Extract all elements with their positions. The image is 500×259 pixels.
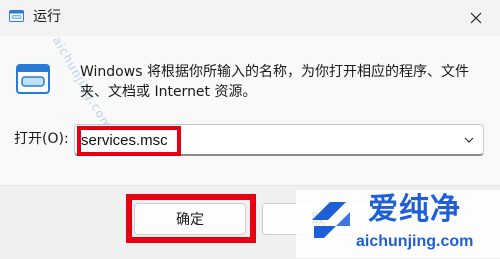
- brand-name-text: 爱纯净: [368, 192, 461, 227]
- close-icon: [470, 12, 482, 24]
- run-program-icon: [16, 64, 50, 94]
- open-input[interactable]: [81, 127, 441, 153]
- window-title: 运行: [33, 9, 61, 25]
- dialog-description: Windows 将根据你所输入的名称，为你打开相应的程序、文件 夹、文档或 In…: [80, 62, 480, 102]
- close-button[interactable]: [464, 6, 488, 30]
- description-line-2: 夹、文档或 Internet 资源。: [80, 84, 257, 100]
- brand-url-text: aichunjing.com: [356, 233, 474, 250]
- open-label: 打开(O):: [14, 131, 69, 147]
- chevron-down-icon[interactable]: [463, 134, 475, 146]
- brand-logo-icon: [312, 202, 350, 238]
- open-combobox[interactable]: [74, 124, 484, 156]
- ok-button[interactable]: 确定: [134, 203, 246, 235]
- run-dialog-icon: [9, 10, 24, 22]
- title-bar: 运行: [0, 0, 500, 36]
- description-line-1: Windows 将根据你所输入的名称，为你打开相应的程序、文件: [80, 64, 469, 80]
- site-watermark: 爱纯净 aichunjing.com: [296, 190, 500, 258]
